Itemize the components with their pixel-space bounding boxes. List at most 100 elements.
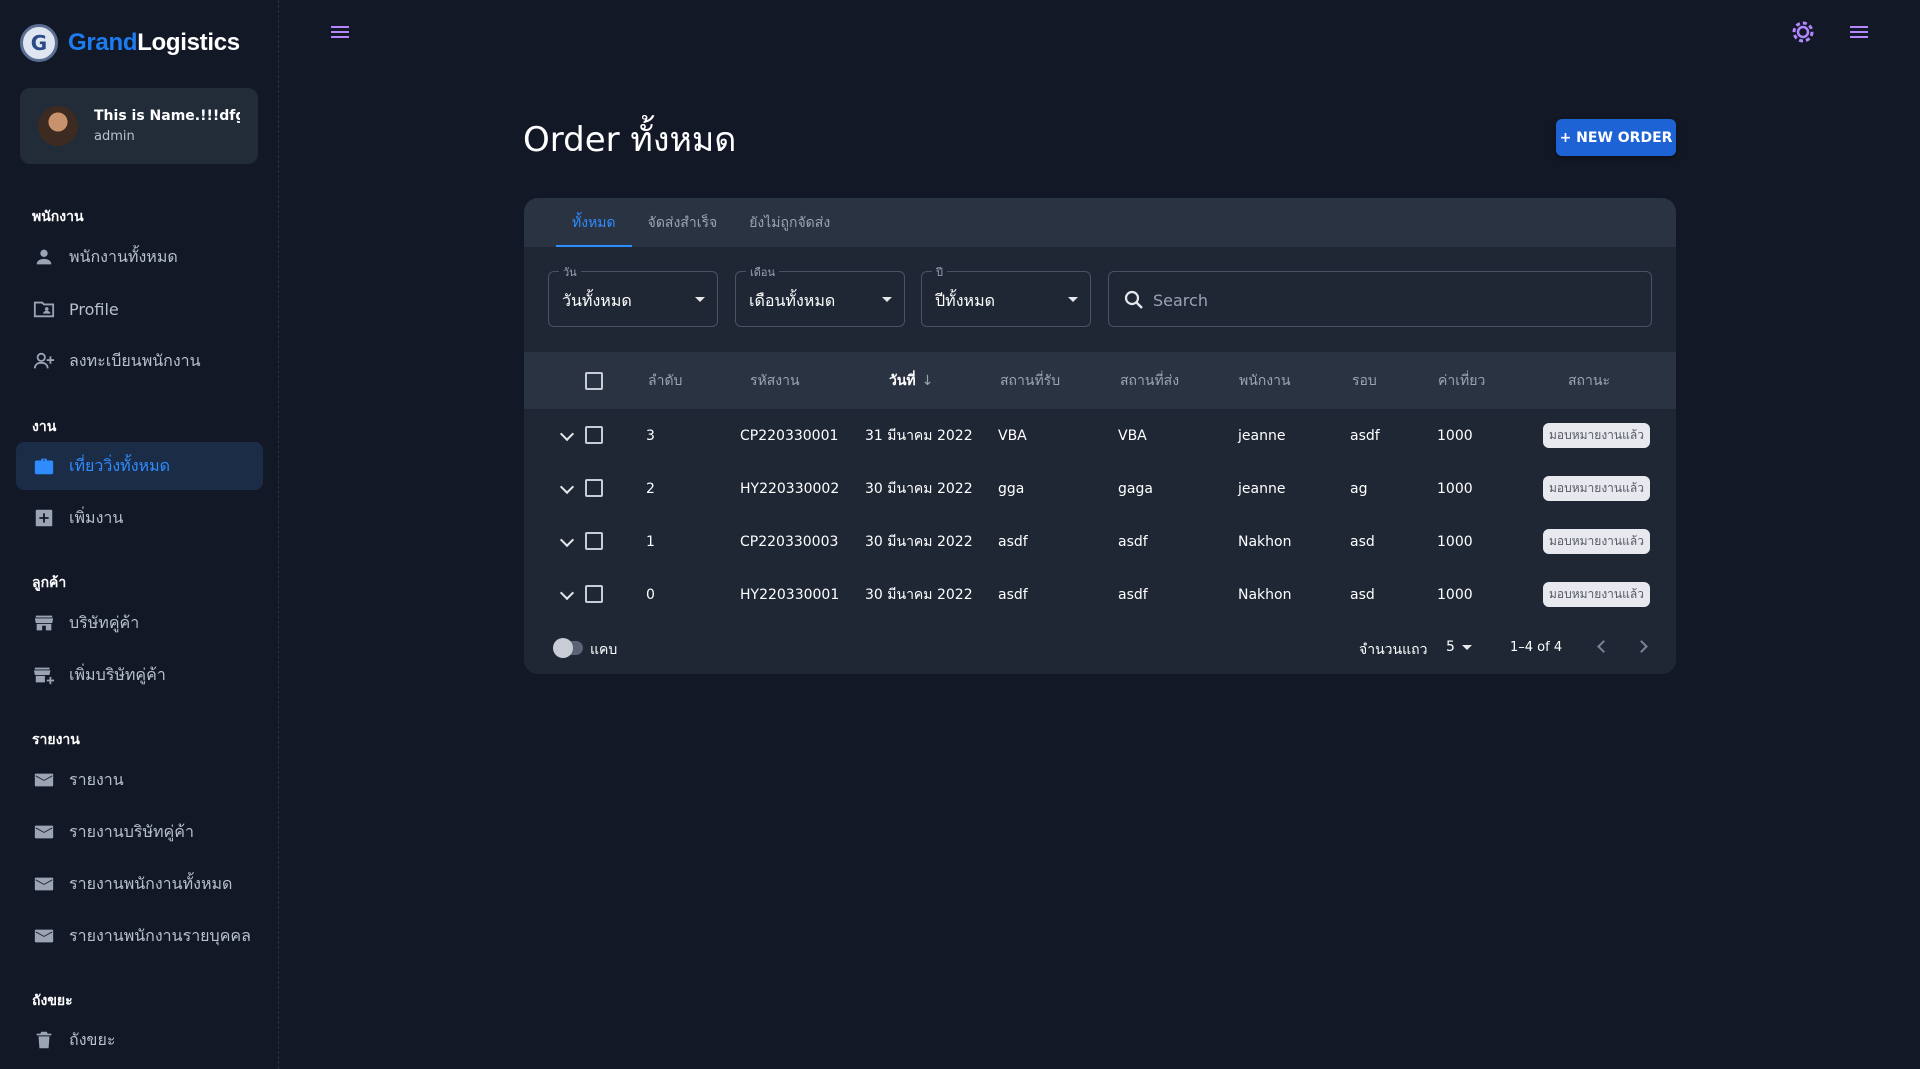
brand[interactable]: G GrandLogistics (20, 23, 240, 63)
filters: วัน วันทั้งหมด เดือน เดือนทั้งหมด ปี ปีท… (548, 263, 1652, 327)
month-select-value: เดือนทั้งหมด (749, 291, 836, 310)
sidebar-item-profile[interactable]: Profile (16, 285, 263, 333)
year-select[interactable]: ปี ปีทั้งหมด (921, 263, 1091, 327)
user-role: admin (94, 129, 135, 144)
row-checkbox[interactable] (585, 585, 603, 603)
rows-per-page-label: จำนวนแถว (1359, 642, 1428, 658)
nav-section-reports: รายงาน (32, 732, 80, 748)
next-page-icon[interactable] (1635, 640, 1648, 653)
expand-chevron-icon[interactable] (559, 426, 575, 442)
sidebar-item-label: Profile (69, 299, 119, 319)
search-icon (1123, 289, 1145, 311)
table-header: ลำดับ รหัสงาน วันที่ ↓ สถานที่รับ สถานที… (524, 352, 1676, 409)
column-header-code[interactable]: รหัสงาน (750, 352, 800, 409)
dropdown-arrow-icon (695, 297, 705, 302)
column-header-staff[interactable]: พนักงาน (1239, 352, 1291, 409)
column-header-dropoff[interactable]: สถานที่ส่ง (1120, 352, 1179, 409)
table-footer: แคบ จำนวนแถว 5 1–4 of 4 (524, 622, 1676, 674)
cell-fee: 1000 (1437, 427, 1473, 444)
mail-icon (33, 873, 55, 895)
cell-code: CP220330001 (740, 427, 839, 444)
orders-card: ทั้งหมด จัดส่งสำเร็จ ยังไม่ถูกจัดส่ง วัน… (524, 198, 1676, 674)
mail-icon (33, 821, 55, 843)
cell-no: 3 (646, 427, 655, 444)
new-order-button[interactable]: + NEW ORDER (1556, 119, 1676, 156)
pagination-info: 1–4 of 4 (1510, 640, 1563, 655)
sidebar-item-all-employee-report[interactable]: รายงานพนักงานทั้งหมด (16, 860, 263, 908)
search-input[interactable] (1153, 286, 1633, 314)
user-name: This is Name.!!!dfgsdfg... (94, 108, 240, 124)
table-row[interactable]: 2 HY220330002 30 มีนาคม 2022 gga gaga je… (524, 462, 1676, 515)
cell-dropoff: VBA (1118, 427, 1147, 444)
dropdown-arrow-icon[interactable] (1462, 645, 1472, 650)
toggle-knob (553, 638, 573, 658)
tab-delivered[interactable]: จัดส่งสำเร็จ (632, 198, 734, 247)
column-header-no[interactable]: ลำดับ (648, 352, 682, 409)
column-header-status[interactable]: สถานะ (1568, 352, 1610, 409)
tab-not-delivered[interactable]: ยังไม่ถูกจัดส่ง (733, 198, 846, 247)
sidebar-item-label: บริษัทคู่ค้า (69, 612, 140, 632)
sidebar-item-report[interactable]: รายงาน (16, 756, 263, 804)
select-all-checkbox[interactable] (585, 372, 603, 390)
table-row[interactable]: 0 HY220330001 30 มีนาคม 2022 asdf asdf N… (524, 568, 1676, 621)
person-add-icon (33, 350, 55, 372)
cell-dropoff: asdf (1118, 586, 1148, 603)
table-row[interactable]: 1 CP220330003 30 มีนาคม 2022 asdf asdf N… (524, 515, 1676, 568)
add-store-icon (33, 664, 55, 686)
expand-chevron-icon[interactable] (559, 532, 575, 548)
cell-round: ag (1350, 480, 1368, 497)
column-header-pickup[interactable]: สถานที่รับ (1000, 352, 1060, 409)
table-row[interactable]: 3 CP220330001 31 มีนาคม 2022 VBA VBA jea… (524, 409, 1676, 462)
sidebar-item-trash[interactable]: ถังขยะ (16, 1016, 263, 1064)
cell-date: 30 มีนาคม 2022 (865, 586, 973, 603)
search-box (1108, 271, 1652, 327)
column-header-date[interactable]: วันที่ ↓ (889, 352, 933, 409)
sidebar-item-register-employee[interactable]: ลงทะเบียนพนักงาน (16, 337, 263, 385)
sidebar-item-add-job[interactable]: เพิ่มงาน (16, 494, 263, 542)
month-select[interactable]: เดือน เดือนทั้งหมด (735, 263, 905, 327)
sidebar-item-individual-report[interactable]: รายงานพนักงานรายบุคคล (16, 912, 263, 960)
cell-dropoff: asdf (1118, 533, 1148, 550)
expand-chevron-icon[interactable] (559, 479, 575, 495)
menu-toggle-icon[interactable] (327, 20, 353, 44)
sidebar-item-label: รายงาน (69, 769, 124, 789)
cell-no: 0 (646, 586, 655, 603)
cell-code: HY220330001 (740, 586, 840, 603)
brand-name: GrandLogistics (68, 29, 240, 57)
previous-page-icon[interactable] (1597, 640, 1610, 653)
status-badge: มอบหมายงานแล้ว (1543, 476, 1650, 501)
cell-fee: 1000 (1437, 480, 1473, 497)
cell-pickup: asdf (998, 533, 1028, 550)
settings-gear-icon[interactable] (1789, 18, 1817, 46)
cell-pickup: gga (998, 480, 1025, 497)
sidebar-item-add-partner[interactable]: เพิ่มบริษัทคู่ค้า (16, 651, 263, 699)
row-checkbox[interactable] (585, 532, 603, 550)
year-select-label: ปี (932, 263, 947, 281)
expand-chevron-icon[interactable] (559, 585, 575, 601)
cell-dropoff: gaga (1118, 480, 1153, 497)
column-header-date-label: วันที่ (889, 372, 916, 389)
year-select-value: ปีทั้งหมด (935, 291, 995, 310)
nav-section-jobs: งาน (32, 419, 57, 435)
row-checkbox[interactable] (585, 479, 603, 497)
day-select[interactable]: วัน วันทั้งหมด (548, 263, 718, 327)
dense-toggle[interactable] (553, 638, 583, 658)
user-info: This is Name.!!!dfgsdfg... admin (94, 108, 240, 144)
sidebar-item-all-employees[interactable]: พนักงานทั้งหมด (16, 233, 263, 281)
row-checkbox[interactable] (585, 426, 603, 444)
sidebar-item-partners[interactable]: บริษัทคู่ค้า (16, 599, 263, 647)
sidebar-item-partner-report[interactable]: รายงานบริษัทคู่ค้า (16, 808, 263, 856)
tab-all[interactable]: ทั้งหมด (556, 198, 632, 247)
sidebar-item-label: เที่ยววิ่งทั้งหมด (69, 455, 171, 475)
cell-code: CP220330003 (740, 533, 839, 550)
cell-staff: Nakhon (1238, 533, 1292, 550)
sidebar-item-all-trips[interactable]: เที่ยววิ่งทั้งหมด (16, 442, 263, 490)
column-header-round[interactable]: รอบ (1352, 352, 1377, 409)
rows-per-page-select[interactable]: 5 (1446, 639, 1455, 655)
avatar (38, 106, 78, 146)
user-card[interactable]: This is Name.!!!dfgsdfg... admin (20, 88, 258, 164)
column-header-fee[interactable]: ค่าเที่ยว (1438, 352, 1485, 409)
cell-fee: 1000 (1437, 586, 1473, 603)
more-menu-icon[interactable] (1846, 20, 1872, 44)
cell-date: 31 มีนาคม 2022 (865, 427, 973, 444)
